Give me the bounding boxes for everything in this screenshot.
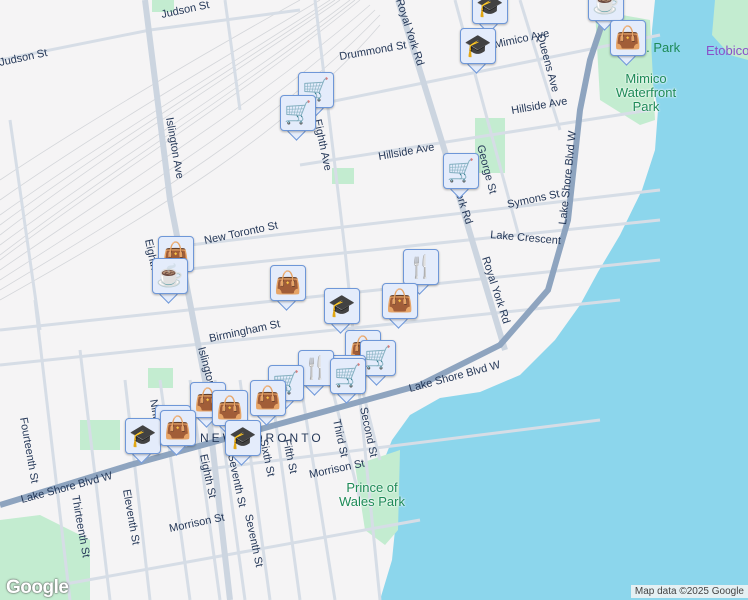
education-icon: 🎓 xyxy=(472,0,508,24)
coffee-icon: ☕ xyxy=(152,258,188,294)
map-marker[interactable]: 🎓 xyxy=(225,420,263,466)
education-icon: 🎓 xyxy=(324,288,360,324)
map-marker[interactable]: 🎓 xyxy=(460,28,498,74)
education-icon: 🎓 xyxy=(225,420,261,456)
map-marker[interactable]: 🎓 xyxy=(125,418,163,464)
map-attribution[interactable]: Map data ©2025 Google xyxy=(630,585,748,598)
shopping-bag-icon: 👜 xyxy=(270,265,306,301)
grocery-cart-icon: 🛒 xyxy=(280,95,316,131)
prince-of-wales-park-label: Prince of Wales Park xyxy=(339,480,405,509)
grocery-cart-icon: 🛒 xyxy=(330,358,366,394)
google-logo: Google xyxy=(6,577,69,598)
map-marker[interactable]: 👜 xyxy=(270,265,308,311)
map-marker[interactable]: 🛒 xyxy=(280,95,318,141)
shopping-bag-icon: 👜 xyxy=(160,410,196,446)
shopping-bag-icon: 👜 xyxy=(382,283,418,319)
map-marker[interactable]: ☕ xyxy=(152,258,190,304)
grocery-cart-icon: 🛒 xyxy=(443,153,479,189)
mimico-waterfront-park-label: Mimico Waterfront Park xyxy=(615,71,677,114)
map-marker[interactable]: 👜 xyxy=(610,20,648,66)
map-marker[interactable]: 🛒 xyxy=(330,358,368,404)
map-marker[interactable]: 👜 xyxy=(160,410,198,456)
map-marker[interactable]: 🛒 xyxy=(443,153,481,199)
map-marker[interactable]: 👜 xyxy=(382,283,420,329)
education-icon: 🎓 xyxy=(460,28,496,64)
coffee-icon: ☕ xyxy=(588,0,624,21)
shopping-bag-icon: 👜 xyxy=(250,380,286,416)
map-marker[interactable]: 🎓 xyxy=(324,288,362,334)
education-icon: 🎓 xyxy=(125,418,161,454)
shopping-bag-icon: 👜 xyxy=(610,20,646,56)
restaurant-icon: 🍴 xyxy=(403,249,439,285)
area-label: Etobicoke xyxy=(706,43,748,58)
